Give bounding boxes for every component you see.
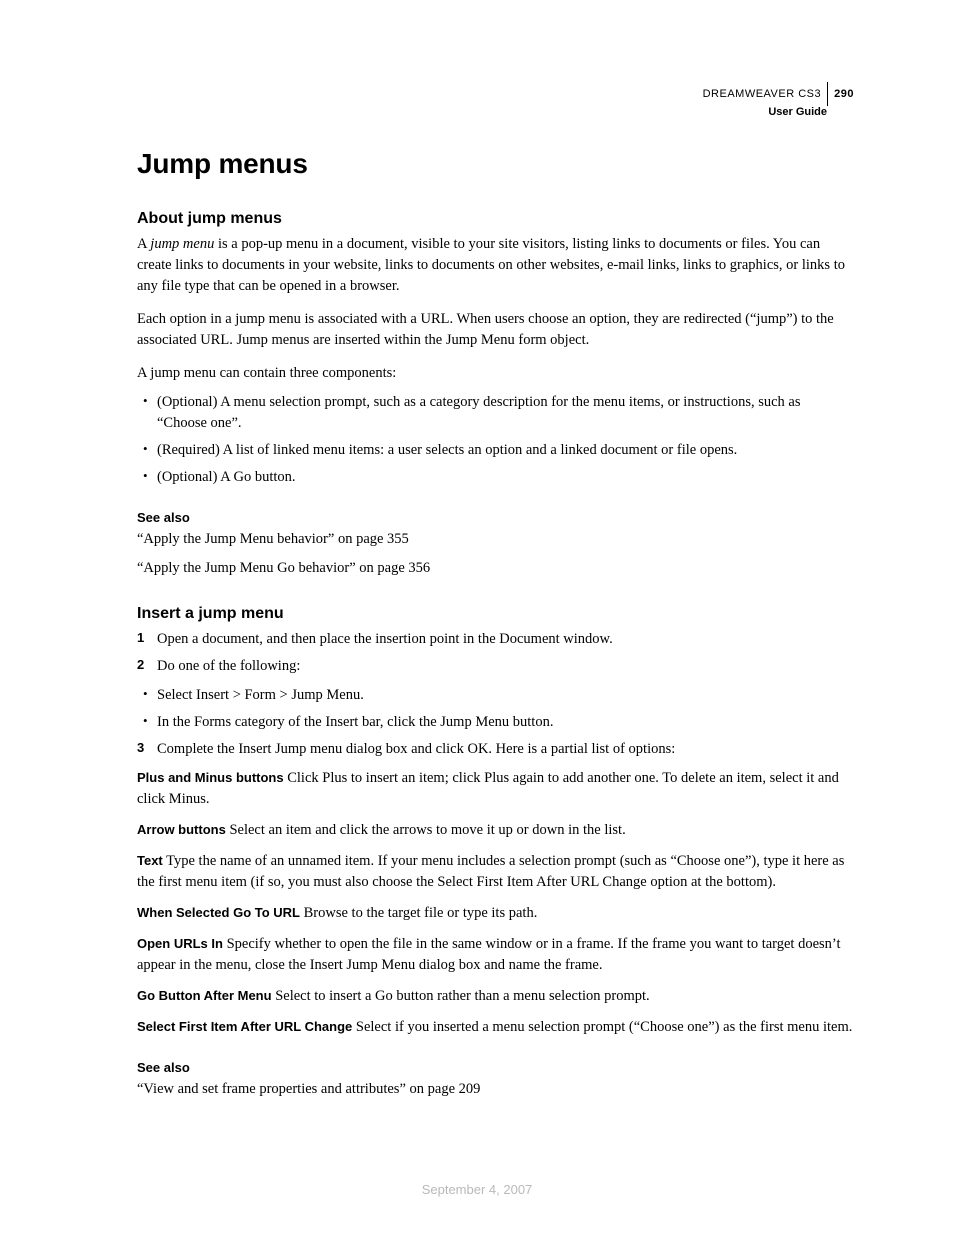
step2-sub-bullets: Select Insert > Form > Jump Menu. In the… bbox=[137, 685, 854, 733]
definition-text: Type the name of an unnamed item. If you… bbox=[137, 853, 844, 890]
step-text: Open a document, and then place the inse… bbox=[157, 631, 613, 647]
step-number: 1 bbox=[137, 629, 144, 648]
step-text: Do one of the following: bbox=[157, 658, 300, 674]
definition-term: Text bbox=[137, 853, 163, 868]
about-paragraph-2: Each option in a jump menu is associated… bbox=[137, 309, 854, 351]
definition-item: Go Button After Menu Select to insert a … bbox=[137, 986, 854, 1007]
about-paragraph-3: A jump menu can contain three components… bbox=[137, 363, 854, 384]
step-item: 1 Open a document, and then place the ins… bbox=[137, 629, 854, 650]
definition-term: Select First Item After URL Change bbox=[137, 1019, 352, 1034]
step-text: Complete the Insert Jump menu dialog box… bbox=[157, 741, 675, 757]
text-fragment: A bbox=[137, 236, 150, 252]
insert-steps: 1 Open a document, and then place the ins… bbox=[137, 629, 854, 677]
step-number: 3 bbox=[137, 739, 144, 758]
definition-term: Plus and Minus buttons bbox=[137, 770, 284, 785]
about-paragraph-1: A jump menu is a pop-up menu in a docume… bbox=[137, 234, 854, 297]
definition-text: Specify whether to open the file in the … bbox=[137, 936, 841, 973]
definition-term: Arrow buttons bbox=[137, 822, 226, 837]
text-fragment: is a pop-up menu in a document, visible … bbox=[137, 236, 845, 294]
header-page-number: 290 bbox=[834, 87, 854, 101]
section-about-title: About jump menus bbox=[137, 210, 854, 228]
running-header: DREAMWEAVER CS3 290 User Guide bbox=[703, 82, 854, 119]
term-jump-menu: jump menu bbox=[150, 236, 214, 252]
definition-item: Arrow buttons Select an item and click t… bbox=[137, 820, 854, 841]
footer-date: September 4, 2007 bbox=[0, 1182, 954, 1197]
header-separator bbox=[827, 82, 828, 106]
definition-text: Select an item and click the arrows to m… bbox=[226, 822, 626, 838]
definition-item: Text Type the name of an unnamed item. I… bbox=[137, 851, 854, 893]
step-item: 3 Complete the Insert Jump menu dialog bo… bbox=[137, 739, 854, 760]
section-insert-title: Insert a jump menu bbox=[137, 605, 854, 623]
definition-term: When Selected Go To URL bbox=[137, 905, 300, 920]
definition-term: Open URLs In bbox=[137, 936, 223, 951]
insert-steps-cont: 3 Complete the Insert Jump menu dialog bo… bbox=[137, 739, 854, 760]
definition-item: Select First Item After URL Change Selec… bbox=[137, 1017, 854, 1038]
list-item: In the Forms category of the Insert bar,… bbox=[137, 712, 854, 733]
definition-item: When Selected Go To URL Browse to the ta… bbox=[137, 903, 854, 924]
definition-text: Select to insert a Go button rather than… bbox=[272, 988, 650, 1004]
list-item: Select Insert > Form > Jump Menu. bbox=[137, 685, 854, 706]
about-bullet-list: (Optional) A menu selection prompt, such… bbox=[137, 392, 854, 488]
definition-text: Select if you inserted a menu selection … bbox=[352, 1019, 852, 1035]
see-also-title-1: See also bbox=[137, 510, 854, 525]
page: DREAMWEAVER CS3 290 User Guide Jump menu… bbox=[0, 0, 954, 1235]
definition-item: Open URLs In Specify whether to open the… bbox=[137, 934, 854, 976]
content: Jump menus About jump menus A jump menu … bbox=[137, 148, 854, 1100]
see-also-link: “View and set frame properties and attri… bbox=[137, 1079, 854, 1100]
header-product: DREAMWEAVER CS3 bbox=[703, 87, 822, 101]
step-number: 2 bbox=[137, 656, 144, 675]
chapter-title: Jump menus bbox=[137, 148, 854, 180]
definition-text: Browse to the target file or type its pa… bbox=[300, 905, 537, 921]
see-also-link: “Apply the Jump Menu Go behavior” on pag… bbox=[137, 558, 854, 579]
list-item: (Optional) A menu selection prompt, such… bbox=[137, 392, 854, 434]
definition-item: Plus and Minus buttons Click Plus to ins… bbox=[137, 768, 854, 810]
definition-term: Go Button After Menu bbox=[137, 988, 272, 1003]
list-item: (Required) A list of linked menu items: … bbox=[137, 440, 854, 461]
list-item: (Optional) A Go button. bbox=[137, 467, 854, 488]
see-also-title-2: See also bbox=[137, 1060, 854, 1075]
header-subtitle: User Guide bbox=[703, 105, 827, 119]
see-also-link: “Apply the Jump Menu behavior” on page 3… bbox=[137, 529, 854, 550]
step-item: 2 Do one of the following: bbox=[137, 656, 854, 677]
